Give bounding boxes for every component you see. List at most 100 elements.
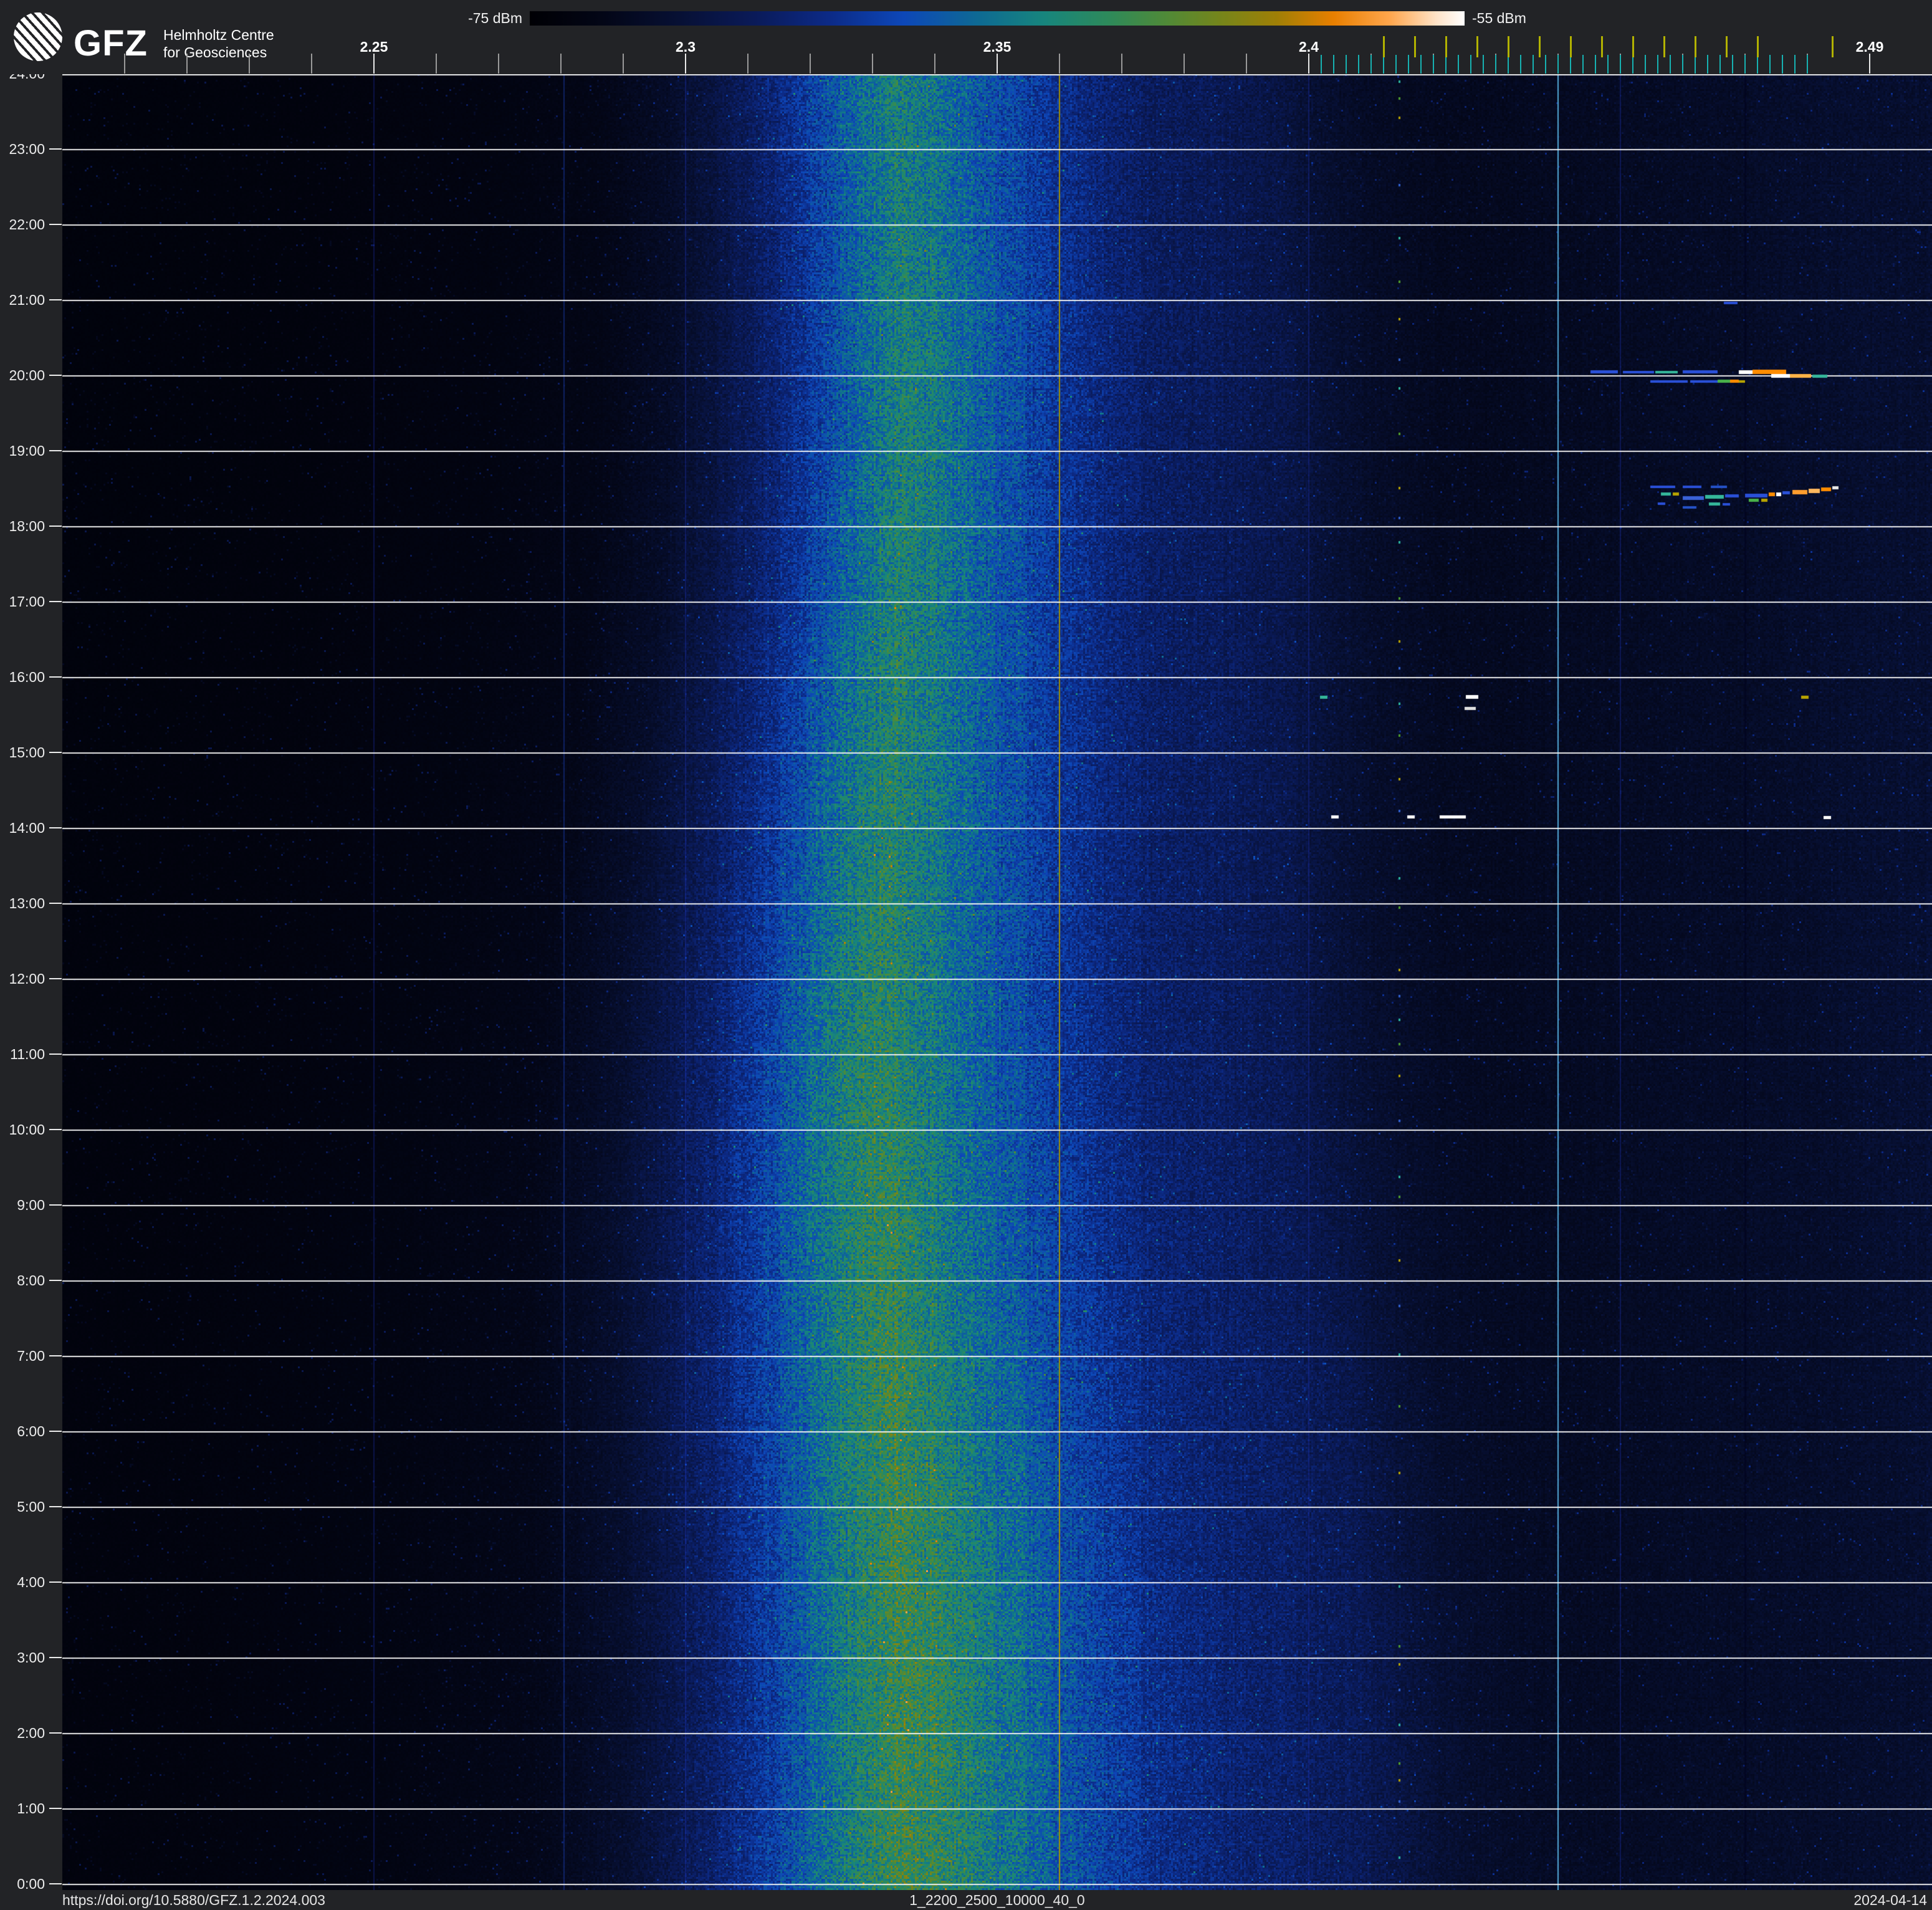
ble-channel-tick [1420, 55, 1422, 74]
hour-label: 8:00 [17, 1272, 45, 1289]
ble-channel-tick [1545, 55, 1546, 74]
colorbar-min-label: -75 dBm [468, 10, 522, 26]
ble-channel-tick [1769, 55, 1771, 74]
hour-label: 21:00 [9, 292, 45, 308]
freq-tick [311, 54, 312, 74]
freq-tick [124, 54, 125, 74]
gridline-overlay-canvas [62, 74, 1932, 1890]
ble-channel-tick [1645, 55, 1646, 74]
hour-label: 19:00 [9, 443, 45, 459]
ble-channel-tick [1670, 55, 1671, 74]
ble-channel-tick [1657, 55, 1658, 74]
ble-channel-tick [1370, 55, 1372, 74]
gfz-globe-icon [14, 12, 62, 61]
freq-tick [249, 54, 250, 74]
hour-label: 7:00 [17, 1348, 45, 1364]
wifi-channel-tick [1757, 36, 1759, 57]
ble-channel-tick [1395, 55, 1397, 74]
ble-channel-tick [1719, 55, 1721, 74]
hour-label: 18:00 [9, 518, 45, 534]
freq-tick [1184, 54, 1185, 74]
freq-tick [1246, 54, 1247, 74]
freq-tick [810, 54, 811, 74]
header: GFZ Helmholtz Centre for Geosciences -75… [0, 0, 1932, 74]
ble-channel-tick [1445, 55, 1447, 74]
freq-tick [560, 54, 562, 74]
hour-tick [49, 299, 62, 300]
hour-tick [49, 1732, 62, 1734]
hour-label: 13:00 [9, 895, 45, 911]
hour-label: 5:00 [17, 1499, 45, 1515]
logo-acronym: GFZ [74, 23, 148, 64]
hour-label: 16:00 [9, 669, 45, 685]
ble-channel-tick [1520, 55, 1521, 74]
hour-label: 23:00 [9, 141, 45, 157]
hour-label: 17:00 [9, 593, 45, 610]
hour-tick [49, 903, 62, 904]
freq-tick [685, 54, 686, 74]
wifi-channel-tick [1445, 36, 1447, 57]
page-root: GFZ Helmholtz Centre for Geosciences -75… [0, 0, 1932, 1910]
hour-tick [49, 676, 62, 678]
freq-tick [1869, 54, 1870, 74]
wifi-channel-tick [1539, 36, 1541, 57]
freq-tick [623, 54, 624, 74]
hour-tick [49, 148, 62, 150]
hour-label: 6:00 [17, 1423, 45, 1439]
logo-tagline-line2: for Geosciences [163, 44, 267, 60]
hour-tick [49, 978, 62, 979]
hour-label: 1:00 [17, 1800, 45, 1816]
hour-label: 22:00 [9, 216, 45, 233]
hour-label: 9:00 [17, 1197, 45, 1213]
wifi-channel-tick [1570, 36, 1572, 57]
hour-tick [49, 1053, 62, 1055]
freq-tick [872, 54, 873, 74]
wifi-channel-tick [1414, 36, 1416, 57]
wifi-channel-tick [1832, 36, 1834, 57]
hour-label: 2:00 [17, 1725, 45, 1741]
freq-tick [373, 54, 375, 74]
ble-channel-tick [1632, 55, 1633, 74]
hour-label: 20:00 [9, 367, 45, 383]
ble-channel-tick [1346, 55, 1347, 74]
ble-channel-tick [1433, 55, 1434, 74]
ble-channel-tick [1582, 55, 1584, 74]
hour-tick [49, 1204, 62, 1206]
colorbar-gradient [530, 11, 1465, 26]
ble-channel-tick [1695, 55, 1696, 74]
freq-tick-label: 2.35 [983, 39, 1011, 55]
wifi-channel-tick [1508, 36, 1509, 57]
freq-tick-label: 2.49 [1855, 39, 1884, 55]
freq-tick [1059, 54, 1060, 74]
freq-tick-label: 2.25 [360, 39, 388, 55]
ble-channel-tick [1607, 55, 1609, 74]
hour-tick [49, 1657, 62, 1658]
hour-tick [49, 375, 62, 376]
ble-channel-tick [1408, 55, 1409, 74]
ble-channel-tick [1383, 55, 1384, 74]
hour-label: 4:00 [17, 1574, 45, 1590]
hour-label: 12:00 [9, 971, 45, 987]
ble-channel-tick [1321, 55, 1322, 74]
wifi-channel-tick [1476, 36, 1478, 57]
ble-channel-tick [1470, 55, 1471, 74]
freq-tick [747, 54, 748, 74]
spectrogram-plot-area [62, 74, 1932, 1890]
time-axis: 24:0023:0022:0021:0020:0019:0018:0017:00… [0, 0, 62, 1910]
ble-channel-tick [1508, 55, 1509, 74]
freq-tick [1121, 54, 1122, 74]
ble-channel-tick [1682, 55, 1683, 74]
ble-channel-tick [1595, 55, 1596, 74]
hour-label: 14:00 [9, 820, 45, 836]
hour-label: 10:00 [9, 1121, 45, 1138]
hour-label: 3:00 [17, 1649, 45, 1666]
logo-tagline-line1: Helmholtz Centre [163, 27, 274, 43]
ble-channel-tick [1333, 55, 1334, 74]
wifi-channel-tick [1695, 36, 1696, 57]
ble-channel-tick [1757, 55, 1758, 74]
ble-channel-tick [1533, 55, 1534, 74]
ble-channel-tick [1483, 55, 1484, 74]
date-label: 2024-04-14 [1853, 1892, 1927, 1908]
freq-tick-label: 2.3 [676, 39, 696, 55]
freq-tick [498, 54, 499, 74]
